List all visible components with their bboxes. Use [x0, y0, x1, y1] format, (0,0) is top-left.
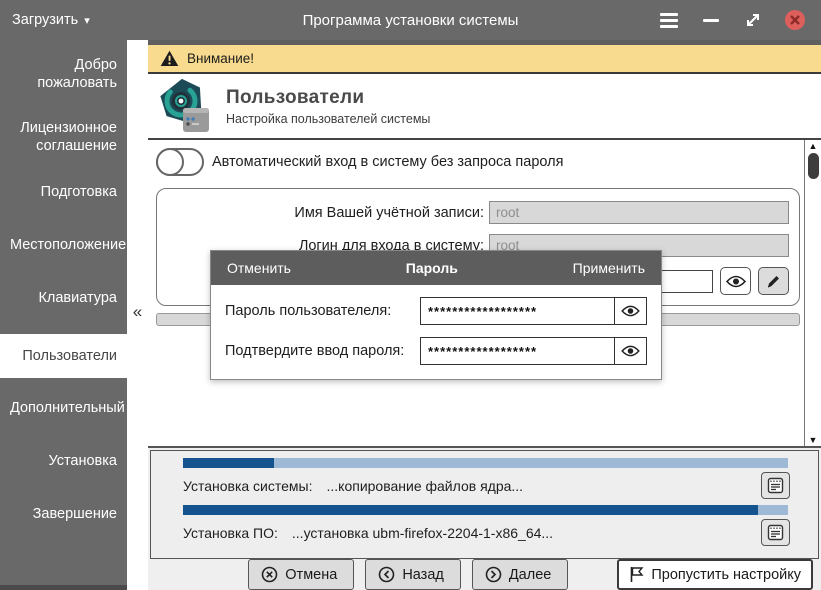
autologin-toggle-row: Автоматический вход в систему без запрос… — [148, 140, 804, 182]
maximize-button[interactable] — [743, 10, 763, 30]
installation-progress-panel: Установка системы: ...копирование файлов… — [150, 450, 819, 559]
edit-password-button[interactable] — [758, 267, 789, 295]
warning-icon — [160, 50, 179, 67]
log-icon — [767, 524, 784, 541]
back-circle-icon — [378, 566, 395, 583]
software-install-label: Установка ПО: — [183, 525, 278, 541]
page-header-text: Пользователи Настройка пользователей сис… — [226, 87, 430, 126]
system-install-progressbar — [183, 458, 788, 468]
confirm-password-label: Подтвердите ввод пароля: — [225, 343, 420, 359]
eye-icon — [621, 345, 640, 357]
modal-apply-button[interactable]: Применить — [573, 260, 645, 276]
close-icon — [790, 15, 800, 25]
account-name-label: Имя Вашей учётной записи: — [167, 205, 489, 221]
back-button-label: Назад — [402, 567, 444, 583]
sidebar-item-welcome[interactable]: Добро пожаловать — [0, 48, 127, 100]
sidebar-item-users[interactable]: Пользователи — [0, 334, 127, 378]
system-install-status: ...копирование файлов ядра... — [327, 478, 524, 494]
modal-title: Пароль — [406, 260, 458, 276]
page-subtitle: Настройка пользователей системы — [226, 112, 430, 126]
sidebar-item-installation[interactable]: Установка — [0, 444, 127, 478]
warning-text: Внимание! — [187, 51, 254, 66]
content-viewport: Автоматический вход в систему без запрос… — [148, 140, 821, 448]
eye-icon — [726, 275, 746, 288]
system-install-progress-fill — [183, 458, 274, 468]
titlebar: Загрузить ▾ Программа установки системы — [0, 0, 821, 40]
software-install-progress-fill — [183, 505, 758, 515]
collapse-sidebar-button[interactable]: « — [127, 302, 148, 322]
software-install-progressbar — [183, 505, 788, 515]
next-button[interactable]: Далее — [472, 559, 568, 590]
password-modal-header: Отменить Пароль Применить — [211, 251, 661, 285]
scrollbar-thumb[interactable] — [808, 153, 819, 179]
toggle-knob — [156, 148, 184, 176]
show-password-button[interactable] — [720, 267, 751, 295]
password-input[interactable]: ****************** — [421, 304, 614, 319]
scroll-down-icon[interactable]: ▼ — [809, 434, 818, 446]
chevron-down-icon: ▾ — [84, 14, 90, 27]
modal-cancel-button[interactable]: Отменить — [227, 260, 291, 276]
resize-icon — [744, 11, 762, 29]
software-install-row: Установка ПО: ...установка ubm-firefox-2… — [183, 519, 790, 546]
confirm-password-show-button[interactable] — [614, 338, 646, 364]
sidebar-bottom-strip — [0, 585, 127, 590]
next-circle-icon — [485, 566, 502, 583]
system-install-label: Установка системы: — [183, 478, 313, 494]
log-icon — [767, 477, 784, 494]
skip-button-label: Пропустить настройку — [651, 567, 801, 583]
sidebar-collapse-strip: « — [127, 40, 148, 590]
main-panel: Внимание! — [148, 40, 821, 590]
cancel-button[interactable]: Отмена — [248, 559, 354, 590]
sidebar-item-additional[interactable]: Дополнительный — [0, 391, 127, 425]
flag-icon — [629, 566, 644, 583]
confirm-password-input[interactable]: ****************** — [421, 344, 614, 359]
window-controls — [659, 10, 821, 30]
app-body: Добро пожаловать Лицензионное соглашение… — [0, 40, 821, 590]
scroll-up-icon[interactable]: ▲ — [809, 140, 818, 152]
page-title: Пользователи — [226, 87, 430, 109]
menu-icon[interactable] — [659, 10, 679, 30]
sidebar-item-preparation[interactable]: Подготовка — [0, 175, 127, 209]
password-field-label: Пароль пользователеля: — [225, 303, 420, 319]
password-field: ****************** — [420, 297, 647, 325]
system-install-row: Установка системы: ...копирование файлов… — [183, 472, 790, 499]
hamburger-icon — [660, 13, 678, 28]
eye-icon — [621, 305, 640, 317]
sidebar-item-keyboard[interactable]: Клавиатура — [0, 281, 127, 315]
cancel-circle-icon — [261, 566, 278, 583]
page-header: Пользователи Настройка пользователей сис… — [148, 74, 821, 140]
autologin-toggle-label: Автоматический вход в систему без запрос… — [212, 154, 563, 170]
autologin-toggle[interactable] — [156, 148, 204, 176]
minimize-icon — [703, 19, 719, 22]
confirm-password-field-row: Подтвердите ввод пароля: ***************… — [225, 337, 647, 365]
system-install-log-button[interactable] — [761, 472, 790, 499]
account-name-input[interactable]: root — [489, 201, 789, 224]
app-logo-icon — [156, 77, 214, 135]
installer-window: Загрузить ▾ Программа установки системы — [0, 0, 821, 590]
warning-banner: Внимание! — [148, 45, 821, 74]
vertical-scrollbar[interactable]: ▲ ▼ — [804, 140, 821, 446]
sidebar-item-location[interactable]: Местоположение — [0, 228, 127, 262]
close-button[interactable] — [785, 10, 805, 30]
confirm-password-field: ****************** — [420, 337, 647, 365]
steps-sidebar: Добро пожаловать Лицензионное соглашение… — [0, 40, 127, 590]
password-modal: Отменить Пароль Применить Пароль пользов… — [210, 250, 662, 380]
password-modal-body: Пароль пользователеля: *****************… — [211, 285, 661, 379]
software-install-status: ...установка ubm-firefox-2204-1-x86_64..… — [292, 525, 553, 541]
sidebar-item-finish[interactable]: Завершение — [0, 497, 127, 531]
sidebar-item-license[interactable]: Лицензионное соглашение — [0, 111, 127, 163]
password-show-button[interactable] — [614, 298, 646, 324]
software-install-log-button[interactable] — [761, 519, 790, 546]
next-button-label: Далее — [509, 567, 551, 583]
cancel-button-label: Отмена — [285, 567, 337, 583]
back-button[interactable]: Назад — [365, 559, 461, 590]
load-menu-button[interactable]: Загрузить ▾ — [0, 0, 102, 40]
account-name-row: Имя Вашей учётной записи: root — [167, 201, 789, 224]
minimize-button[interactable] — [701, 10, 721, 30]
skip-setup-button[interactable]: Пропустить настройку — [617, 559, 813, 590]
password-field-row: Пароль пользователеля: *****************… — [225, 297, 647, 325]
load-menu-label: Загрузить — [12, 12, 78, 28]
footer-buttons: Отмена Назад Далее — [148, 559, 821, 590]
pencil-icon — [766, 274, 781, 289]
